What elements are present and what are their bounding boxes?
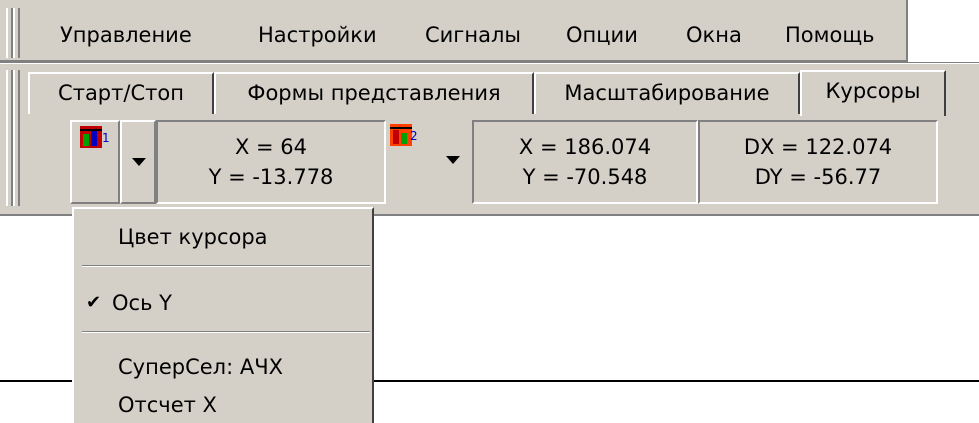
cursor-2-number: 2 <box>410 129 418 143</box>
chevron-down-icon <box>446 156 460 164</box>
chevron-down-icon <box>132 158 146 166</box>
band-top-edge <box>0 62 979 64</box>
delta-x: DX = 122.074 <box>743 135 893 159</box>
cursor-2-dropdown-button[interactable] <box>438 120 472 204</box>
cursor-1-y: Y = -13.778 <box>208 165 334 189</box>
toolbar-grip[interactable] <box>6 70 13 206</box>
cursor-1-dropdown-button[interactable] <box>120 120 156 204</box>
menu-item-signaly[interactable]: Сигналы <box>425 20 521 50</box>
menu-item-axis-y[interactable]: Ось Y <box>112 287 172 319</box>
menu-item-pomosch[interactable]: Помощь <box>785 20 875 50</box>
menu-item-nastroyki[interactable]: Настройки <box>258 20 377 50</box>
toolbar-grip-2 <box>13 70 20 206</box>
menu-item-upravlenie[interactable]: Управление <box>60 20 192 50</box>
cursor-1-number: 1 <box>102 131 110 145</box>
check-icon: ✔ <box>86 292 102 313</box>
cursor-2-y: Y = -70.548 <box>522 165 648 189</box>
cursor-1-x: X = 64 <box>234 135 308 159</box>
menu-item-sample-x[interactable]: Отсчет X <box>118 389 217 421</box>
cursor-2-color-button[interactable]: 2 <box>386 120 438 204</box>
menu-item-optsii[interactable]: Опции <box>566 20 638 50</box>
menu-item-okna[interactable]: Окна <box>686 20 742 50</box>
menu-item-supersel-achx[interactable]: СуперСел: АЧХ <box>118 351 283 383</box>
menu-separator <box>82 331 370 333</box>
tab-display-forms[interactable]: Формы представления <box>214 72 534 114</box>
cursor-2-readout: X = 186.074 Y = -70.548 <box>472 120 698 204</box>
menu-bar-grip[interactable] <box>6 8 13 58</box>
delta-y: DY = -56.77 <box>754 165 882 189</box>
menu-separator <box>82 265 370 267</box>
menu-bar: Управление Настройки Сигналы Опции Окна … <box>0 0 908 62</box>
cursor-1-color-button[interactable]: 1 <box>70 120 120 204</box>
tab-cursors[interactable]: Курсоры <box>800 70 946 116</box>
menu-bar-grip-2 <box>13 8 20 58</box>
menu-item-cursor-color[interactable]: Цвет курсора <box>118 221 268 253</box>
cursor-delta-readout: DX = 122.074 DY = -56.77 <box>698 120 938 204</box>
tab-start-stop[interactable]: Старт/Стоп <box>28 72 214 114</box>
cursor-1-readout: X = 64 Y = -13.778 <box>156 120 386 204</box>
cursor-2-x: X = 186.074 <box>518 135 652 159</box>
tab-scaling[interactable]: Масштабирование <box>534 72 800 114</box>
cursor-options-menu: Цвет курсора ✔ Ось Y СуперСел: АЧХ Отсче… <box>72 207 374 423</box>
cursor-2-color-icon <box>390 124 412 146</box>
cursor-1-color-icon <box>80 126 102 148</box>
